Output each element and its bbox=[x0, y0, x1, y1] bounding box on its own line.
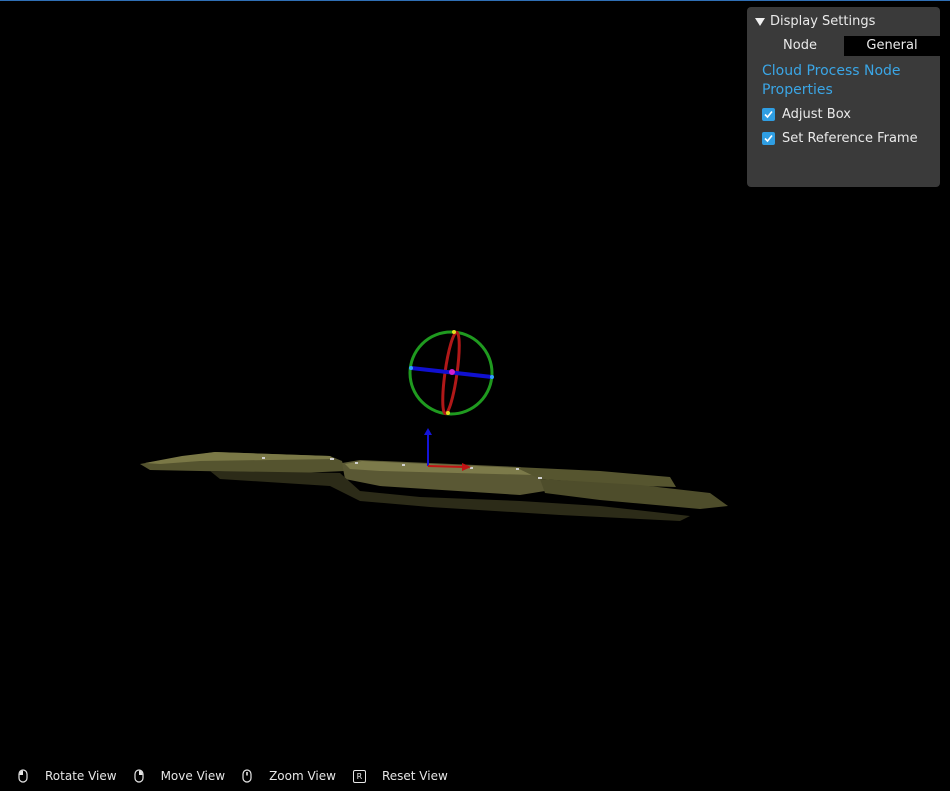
3d-viewport[interactable]: Display Settings Node General Cloud Proc… bbox=[0, 0, 950, 791]
key-r-icon: R bbox=[352, 769, 366, 783]
settings-tabs: Node General bbox=[747, 36, 940, 56]
cloud-process-node-properties-link[interactable]: Cloud Process Node Properties bbox=[762, 62, 932, 100]
point-cloud[interactable] bbox=[140, 452, 728, 521]
mouse-wheel-icon bbox=[242, 769, 252, 783]
view-controls-hint-bar: Rotate View Move View Zoom View R Reset … bbox=[18, 767, 465, 785]
tab-node[interactable]: Node bbox=[755, 36, 845, 56]
hint-rotate-view-label: Rotate View bbox=[45, 769, 117, 783]
display-settings-header[interactable]: Display Settings bbox=[755, 14, 875, 29]
collapse-triangle-icon[interactable] bbox=[755, 17, 765, 26]
adjust-box-option[interactable]: Adjust Box bbox=[762, 107, 851, 122]
mouse-right-icon bbox=[133, 769, 144, 783]
hint-reset-view: R Reset View bbox=[352, 769, 448, 783]
display-settings-title: Display Settings bbox=[770, 14, 876, 29]
checkmark-icon bbox=[764, 134, 773, 143]
gizmo-handle-left[interactable] bbox=[409, 366, 413, 370]
gizmo-handle-right[interactable] bbox=[490, 375, 494, 379]
mouse-left-icon bbox=[18, 769, 28, 783]
hint-rotate-view: Rotate View bbox=[18, 769, 117, 783]
checkmark-icon bbox=[764, 110, 773, 119]
adjust-box-checkbox[interactable] bbox=[762, 108, 775, 121]
set-reference-frame-option[interactable]: Set Reference Frame bbox=[762, 131, 918, 146]
hint-zoom-view-label: Zoom View bbox=[269, 769, 336, 783]
tab-general[interactable]: General bbox=[844, 36, 940, 56]
hint-move-view: Move View bbox=[133, 769, 226, 783]
gizmo-handle-bottom[interactable] bbox=[446, 411, 450, 415]
adjust-box-label: Adjust Box bbox=[782, 107, 851, 122]
set-reference-frame-label: Set Reference Frame bbox=[782, 131, 918, 146]
gizmo-handle-top[interactable] bbox=[452, 330, 456, 334]
transform-gizmo[interactable] bbox=[408, 330, 494, 416]
set-reference-frame-checkbox[interactable] bbox=[762, 132, 775, 145]
z-axis-arrow bbox=[424, 428, 432, 435]
gizmo-center[interactable] bbox=[449, 369, 455, 375]
x-axis-line bbox=[427, 465, 466, 468]
hint-move-view-label: Move View bbox=[160, 769, 226, 783]
hint-reset-view-label: Reset View bbox=[381, 769, 448, 783]
display-settings-panel: Display Settings Node General Cloud Proc… bbox=[747, 7, 940, 187]
hint-zoom-view: Zoom View bbox=[242, 769, 336, 783]
